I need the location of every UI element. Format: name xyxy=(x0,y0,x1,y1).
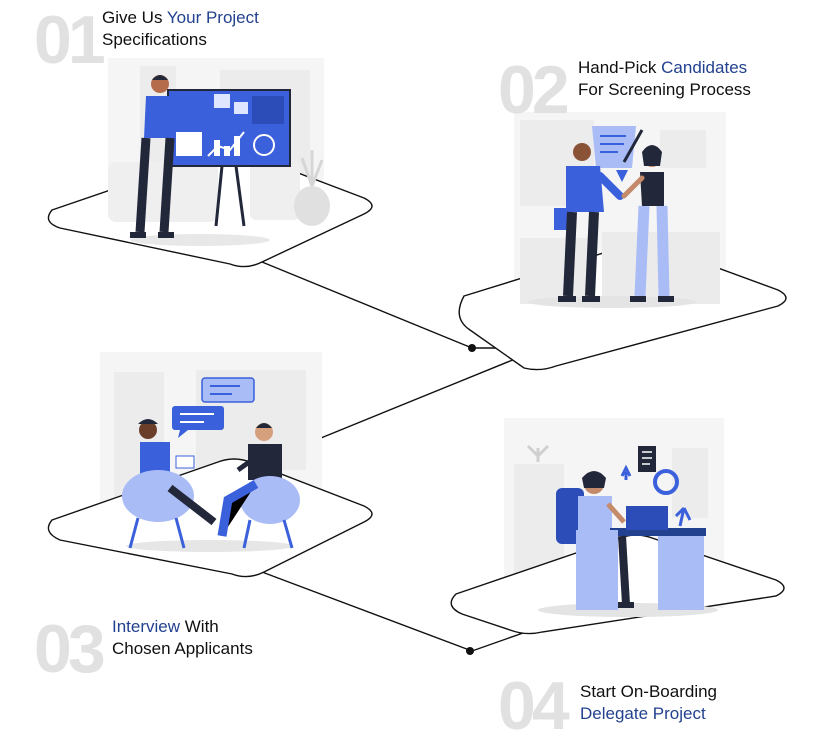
step-2-highlight: Candidates xyxy=(661,58,748,77)
step-4-group xyxy=(450,418,785,635)
connector-3-4 xyxy=(261,571,473,652)
step-1-description: Give Us Your Project Specifications xyxy=(102,7,259,51)
step-4-highlight: Delegate Project xyxy=(580,704,706,723)
connector-dot-1 xyxy=(468,344,476,352)
step-2-line-1: Hand-Pick Candidates xyxy=(578,57,751,79)
step-1-number: 01 xyxy=(34,2,106,78)
step-4-description: Start On-Boarding Delegate Project xyxy=(580,681,717,725)
connector-1-2 xyxy=(261,261,473,349)
step-1-line-1: Give Us Your Project xyxy=(102,7,259,29)
step-1-line-1-prefix: Give Us xyxy=(102,8,167,27)
step-4-line-1: Start On-Boarding xyxy=(580,682,718,701)
step-2-group xyxy=(458,112,787,371)
step-2-description: Hand-Pick Candidates For Screening Proce… xyxy=(578,57,751,101)
step-3-line-1: Interview With xyxy=(112,616,253,638)
step-1-line-2: Specifications xyxy=(102,30,207,49)
step-3-number: 03 xyxy=(34,611,106,687)
step-2-number: 02 xyxy=(498,52,570,128)
connector-dot-2 xyxy=(466,647,474,655)
step-3-group xyxy=(47,352,373,578)
step-3-description: Interview With Chosen Applicants xyxy=(112,616,253,660)
step-1-highlight: Your Project xyxy=(166,8,259,27)
step-1-group xyxy=(47,58,373,268)
step-3-line-2: Chosen Applicants xyxy=(112,639,253,658)
process-diagram: 01 Give Us Your Project Specifications 0… xyxy=(0,0,820,740)
step-3-line-1-suffix: With xyxy=(180,617,219,636)
step-2-line-1-prefix: Hand-Pick xyxy=(578,58,662,77)
step-3-highlight: Interview xyxy=(112,617,181,636)
step-2-line-2: For Screening Process xyxy=(578,80,751,99)
